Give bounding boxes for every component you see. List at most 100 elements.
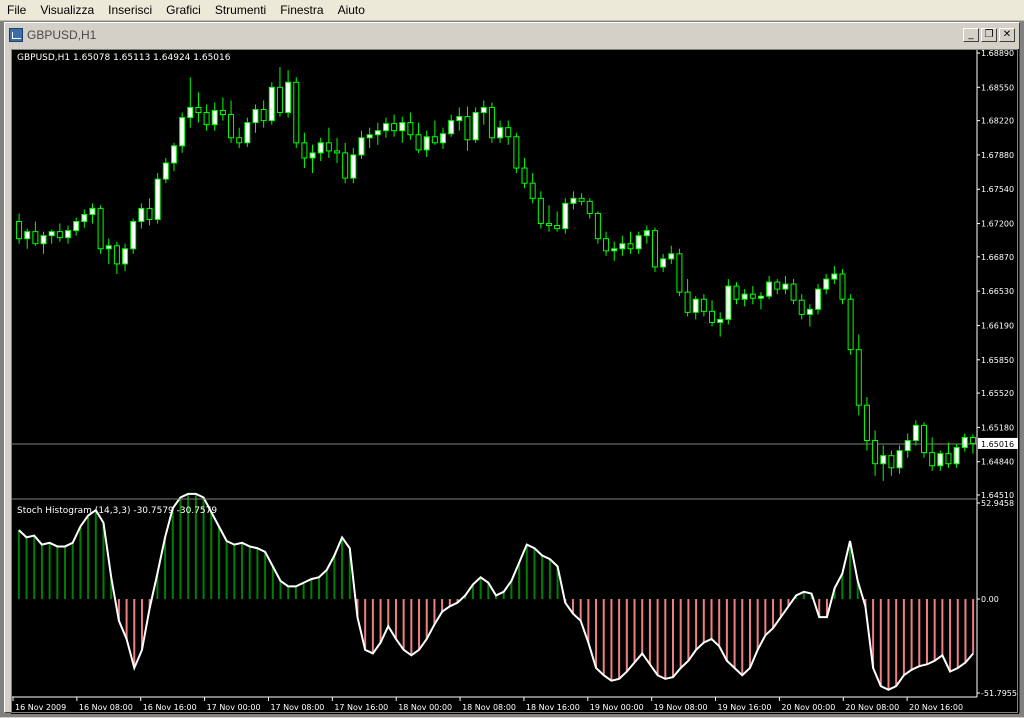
indicator-tick-label: 52.9458 (981, 499, 1014, 508)
candle-body (122, 248, 129, 265)
candle-body (48, 231, 55, 237)
price-tick-label: 1.66530 (981, 287, 1014, 296)
menu-charts[interactable]: Grafici (159, 0, 208, 21)
candle-body (285, 81, 292, 114)
chart-canvas[interactable]: 1.68890 1.68550 1.68220 1.67880 1.67540 1.672… (11, 49, 1019, 714)
candle-body (554, 225, 561, 230)
candle-body (904, 440, 911, 452)
close-button[interactable]: ✕ (999, 27, 1015, 42)
candle-body (423, 136, 430, 151)
candle-body (81, 213, 88, 223)
indicator-tick-label: 0.00 (981, 595, 999, 604)
chart-svg[interactable]: 1.68890 1.68550 1.68220 1.67880 1.67540 1.672… (11, 49, 1019, 714)
candle-body (293, 81, 300, 144)
candle-body (603, 238, 610, 252)
menu-help[interactable]: Aiuto (331, 0, 372, 21)
candle-body (749, 293, 756, 299)
candle-body (806, 308, 813, 315)
candle-body (823, 278, 830, 290)
candle-body (545, 223, 552, 227)
candle-body (187, 106, 194, 119)
candle-body (301, 142, 308, 159)
chart-window-icon (9, 27, 23, 42)
candle-body (73, 221, 80, 232)
time-tick-label: 20 Nov 00:00 (781, 703, 835, 712)
menu-insert[interactable]: Inserisci (101, 0, 159, 21)
candle-body (105, 245, 112, 250)
window-titlebar[interactable]: GBPUSD,H1 _ ❐ ✕ (7, 25, 1017, 44)
candle-body (855, 349, 862, 406)
candle-body (350, 154, 357, 179)
candle-body (627, 243, 634, 250)
candle-body (790, 283, 797, 301)
menu-view[interactable]: Visualizza (33, 0, 101, 21)
menu-bar: File Visualizza Inserisci Grafici Strume… (0, 0, 1024, 21)
candle-body (342, 152, 349, 179)
candle-body (244, 122, 251, 144)
candle-body (440, 133, 447, 144)
time-tick-label: 17 Nov 00:00 (207, 703, 261, 712)
candle-body (325, 142, 332, 152)
time-tick-label: 19 Nov 00:00 (590, 703, 644, 712)
menu-file[interactable]: File (0, 0, 33, 21)
candle-body (236, 137, 243, 144)
candle-body (774, 281, 781, 290)
candle-body (382, 123, 389, 132)
candle-body (228, 114, 235, 139)
candle-body (635, 235, 642, 250)
indicator-panel (17, 492, 975, 691)
candle-body (757, 295, 764, 299)
candle-body (162, 162, 169, 180)
candle-body (863, 404, 870, 442)
candle-body (97, 207, 104, 250)
price-tick-label: 1.64840 (981, 458, 1014, 467)
time-tick-label: 19 Nov 08:00 (654, 703, 708, 712)
candle-body (766, 281, 773, 297)
candle-body (969, 436, 976, 445)
price-tick-label: 1.65520 (981, 389, 1014, 398)
price-tick-label: 1.66190 (981, 321, 1014, 330)
time-tick-label: 20 Nov 08:00 (845, 703, 899, 712)
price-tick-label: 1.67540 (981, 185, 1014, 194)
restore-button[interactable]: ❐ (981, 27, 997, 42)
candle-body (505, 127, 512, 138)
candle-body (309, 152, 316, 159)
candle-body (937, 453, 944, 467)
candle-body (260, 109, 267, 122)
candle-body (953, 447, 960, 465)
candle-body (725, 285, 732, 320)
time-tick-label: 17 Nov 08:00 (270, 703, 324, 712)
candle-body (692, 298, 699, 313)
candle-body (660, 258, 667, 268)
candle-body (921, 424, 928, 454)
candle-body (782, 283, 789, 290)
candle-body (448, 120, 455, 135)
candle-body (798, 299, 805, 315)
current-price-label: 1.65016 (981, 440, 1014, 449)
price-tick-label: 1.68550 (981, 83, 1014, 92)
minimize-button[interactable]: _ (963, 27, 979, 42)
time-tick-label: 18 Nov 00:00 (398, 703, 452, 712)
candle-body (24, 231, 31, 240)
candle-body (912, 424, 919, 442)
candle-body (815, 288, 822, 310)
time-tick-label: 19 Nov 16:00 (718, 703, 772, 712)
candle-body (56, 231, 63, 239)
menu-tools[interactable]: Strumenti (208, 0, 273, 21)
time-tick-label: 20 Nov 16:00 (909, 703, 963, 712)
candle-body (203, 112, 210, 126)
candle-body (839, 273, 846, 300)
candle-body (32, 231, 39, 245)
candle-body (195, 106, 202, 114)
price-tick-label: 1.66870 (981, 253, 1014, 262)
time-tick-label: 16 Nov 16:00 (143, 703, 197, 712)
candle-body (399, 122, 406, 132)
candle-body (847, 298, 854, 351)
candle-body (611, 248, 618, 252)
candle-body (521, 167, 528, 184)
menu-window[interactable]: Finestra (273, 0, 330, 21)
price-tick-label: 1.67880 (981, 151, 1014, 160)
time-tick-label: 18 Nov 16:00 (526, 703, 580, 712)
candle-body (684, 291, 691, 313)
candle-body (472, 112, 479, 141)
